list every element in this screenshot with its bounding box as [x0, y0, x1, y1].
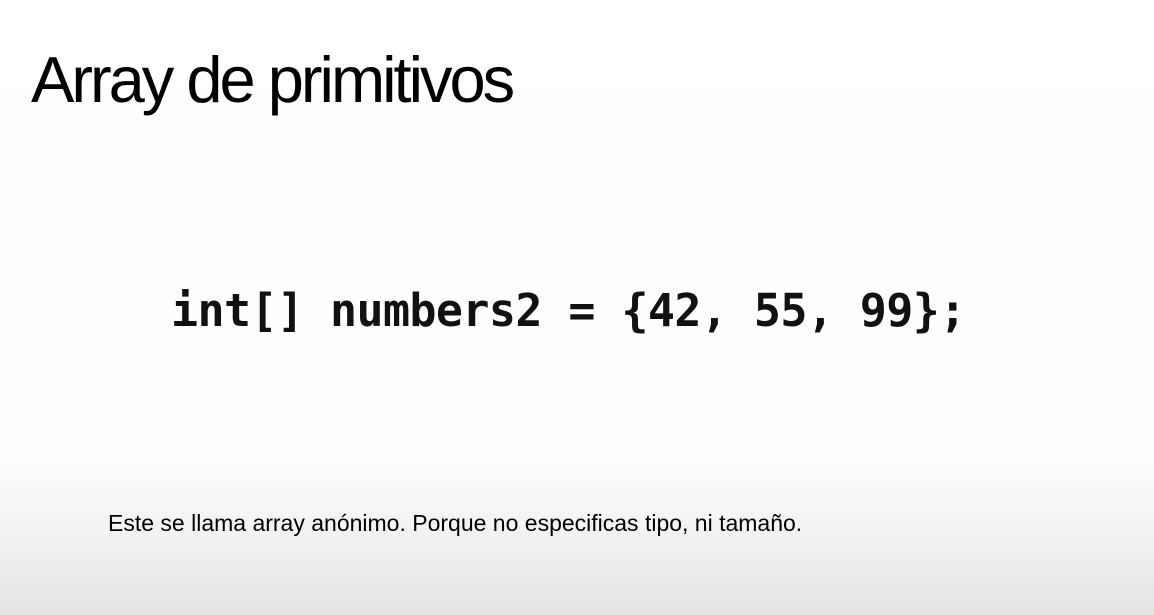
code-snippet: int[] numbers2 = {42, 55, 99};	[171, 284, 966, 337]
slide: Array de primitivos int[] numbers2 = {42…	[0, 0, 1154, 615]
slide-title: Array de primitivos	[31, 43, 515, 116]
subtitle-caption: Este se llama array anónimo. Porque no e…	[108, 510, 803, 536]
